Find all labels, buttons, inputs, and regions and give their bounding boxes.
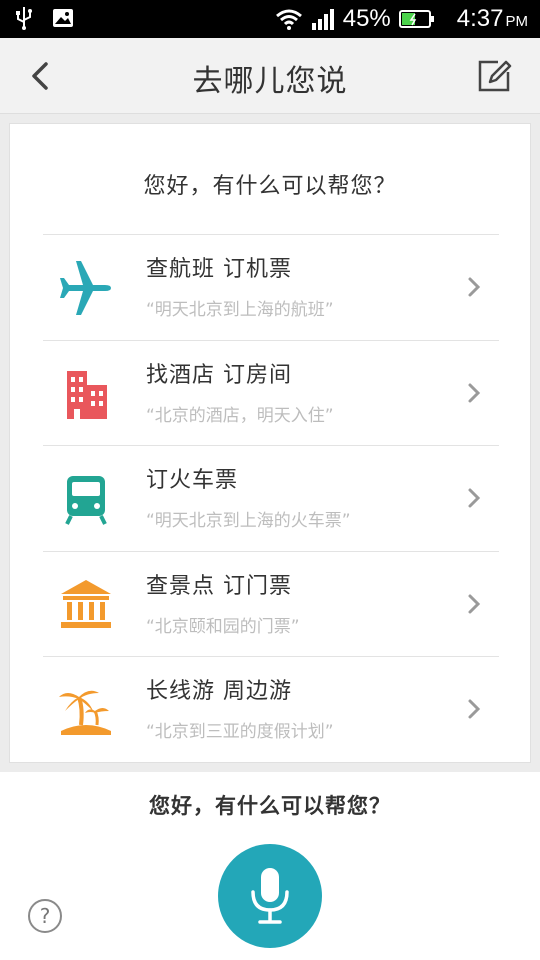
- chevron-right-icon: [468, 594, 481, 613]
- mic-button[interactable]: [218, 844, 322, 948]
- palm-tree-icon: [59, 690, 111, 735]
- clock-time: 4:37: [456, 5, 504, 32]
- temple-icon: [61, 579, 111, 628]
- item-hint: “北京到三亚的度假计划”: [146, 722, 334, 742]
- list-item-hotel[interactable]: 找酒店 订房间 “北京的酒店，明天入住”: [43, 341, 499, 446]
- usb-icon: [16, 7, 32, 30]
- item-title: 订火车票: [146, 468, 239, 493]
- card-greeting: 您好，有什么可以帮您？: [143, 174, 397, 199]
- clock-ampm: PM: [505, 13, 529, 30]
- chevron-right-icon: [468, 383, 481, 402]
- signal-icon: [311, 9, 334, 30]
- list-item-vacation[interactable]: 长线游 周边游 “北京到三亚的度假计划”: [43, 657, 499, 763]
- battery-percent: 45%: [342, 5, 391, 32]
- item-title: 找酒店 订房间: [146, 362, 292, 388]
- edit-icon[interactable]: [476, 58, 512, 94]
- list-item-train[interactable]: 订火车票 “明天北京到上海的火车票”: [43, 446, 499, 552]
- image-icon: [53, 9, 73, 27]
- service-card: 您好，有什么可以帮您？ 查航班 订机票 “明天北京到上海的航班” 找酒店 订房间…: [9, 123, 531, 763]
- airplane-icon: [60, 261, 111, 315]
- item-hint: “明天北京到上海的火车票”: [146, 511, 351, 531]
- list-item-attraction[interactable]: 查景点 订门票 “北京颐和园的门票”: [43, 552, 499, 657]
- chevron-right-icon: [468, 277, 481, 297]
- service-list: 查航班 订机票 “明天北京到上海的航班” 找酒店 订房间 “北京的酒店，明天入住…: [43, 234, 499, 763]
- voice-prompt: 您好，有什么可以帮您？: [149, 794, 391, 818]
- hotel-icon: [67, 370, 107, 419]
- train-icon: [65, 476, 107, 525]
- chevron-right-icon: [468, 488, 481, 508]
- wifi-icon: [275, 9, 302, 30]
- page-title: 去哪儿您说: [192, 64, 348, 99]
- item-title: 长线游 周边游: [146, 679, 292, 704]
- item-title: 查航班 订机票: [146, 257, 292, 282]
- status-bar: 45% 4:37 PM: [0, 0, 540, 38]
- help-button[interactable]: ?: [28, 899, 62, 933]
- microphone-icon: [251, 868, 289, 924]
- item-title: 查景点 订门票: [146, 573, 292, 599]
- item-hint: “北京的酒店，明天入住”: [146, 405, 334, 426]
- item-hint: “北京颐和园的门票”: [146, 616, 300, 637]
- item-hint: “明天北京到上海的航班”: [146, 300, 334, 320]
- voice-panel: 您好，有什么可以帮您？ ?: [0, 772, 540, 960]
- header: 去哪儿您说: [0, 38, 540, 114]
- chevron-right-icon: [468, 699, 481, 719]
- battery-icon: [398, 10, 434, 28]
- list-item-flight[interactable]: 查航班 订机票 “明天北京到上海的航班”: [43, 235, 499, 341]
